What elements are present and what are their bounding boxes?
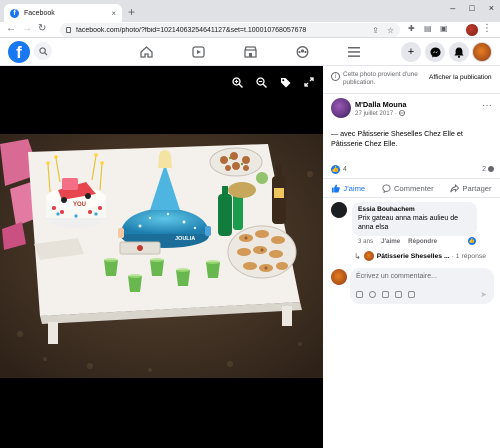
reply-author-avatar bbox=[363, 251, 374, 261]
reactions-summary: 👍 4 2 bbox=[331, 164, 494, 174]
camera-icon[interactable] bbox=[382, 291, 389, 298]
maximize-button[interactable]: □ bbox=[469, 3, 474, 13]
author-avatar[interactable] bbox=[331, 98, 351, 118]
public-globe-icon bbox=[398, 110, 405, 116]
info-icon: i bbox=[331, 72, 340, 81]
browser-tabstrip: f Facebook × + – □ × bbox=[0, 0, 500, 22]
post-date[interactable]: 27 juillet 2017 · bbox=[355, 110, 405, 117]
comment-time[interactable]: 3 ans bbox=[358, 238, 373, 245]
bookmark-star-icon[interactable]: ☆ bbox=[387, 26, 394, 35]
facebook-logo-icon[interactable]: f bbox=[8, 41, 30, 63]
send-icon[interactable]: ➤ bbox=[480, 290, 487, 299]
reply-author: Pâtisserie Sheselles ... bbox=[376, 252, 450, 260]
window-controls: – □ × bbox=[450, 3, 494, 13]
tab-close-icon[interactable]: × bbox=[111, 9, 116, 18]
comment-meta: 3 ans J'aime Répondre bbox=[358, 238, 437, 245]
tab-title: Facebook bbox=[24, 9, 55, 17]
lock-icon bbox=[66, 27, 71, 33]
comment-input-tools bbox=[356, 291, 415, 298]
browser-tab[interactable]: f Facebook × bbox=[4, 4, 122, 22]
commenter-avatar[interactable] bbox=[331, 202, 347, 218]
reply-arrow-icon: ↳ bbox=[354, 251, 361, 261]
gif-icon[interactable] bbox=[395, 291, 402, 298]
home-nav-icon[interactable] bbox=[138, 44, 154, 60]
back-arrow-icon[interactable]: ← bbox=[6, 23, 16, 34]
divider bbox=[323, 93, 500, 94]
extensions-puzzle-icon[interactable]: ✚ bbox=[408, 24, 415, 33]
view-post-button[interactable]: Afficher la publication bbox=[429, 74, 492, 81]
bell-icon bbox=[454, 47, 464, 58]
browser-menu-icon[interactable]: ⋮ bbox=[482, 23, 492, 34]
comment-icon bbox=[382, 183, 391, 193]
close-window-button[interactable]: × bbox=[489, 3, 494, 13]
fullscreen-icon[interactable] bbox=[303, 76, 315, 88]
comment-input[interactable]: Écrivez un commentaire... ➤ bbox=[350, 268, 494, 304]
photo-source-notice: i Cette photo provient d'une publication… bbox=[331, 71, 496, 87]
thumbs-up-icon bbox=[332, 183, 341, 193]
groups-nav-icon[interactable] bbox=[294, 44, 310, 60]
comment-author[interactable]: Essia Bouhachem bbox=[358, 205, 471, 214]
address-bar: ← → ↻ facebook.com/photo/?fbid=102140632… bbox=[0, 22, 500, 38]
reaction-count[interactable]: 4 bbox=[343, 166, 347, 173]
facebook-top-bar: f + bbox=[0, 38, 500, 66]
sticker-icon[interactable] bbox=[408, 291, 415, 298]
search-button[interactable] bbox=[34, 42, 52, 60]
search-icon bbox=[38, 46, 48, 56]
create-button[interactable]: + bbox=[401, 42, 421, 62]
share-button[interactable]: Partager bbox=[450, 183, 492, 193]
like-button[interactable]: J'aime bbox=[331, 184, 365, 193]
reload-icon[interactable]: ↻ bbox=[38, 23, 46, 34]
photo-viewer: YOU JOULIA bbox=[0, 66, 323, 448]
share-arrow-icon bbox=[450, 183, 460, 192]
messenger-icon bbox=[429, 46, 441, 58]
comment-reply-button[interactable]: Répondre bbox=[408, 238, 437, 245]
more-options-icon[interactable]: ··· bbox=[482, 100, 492, 111]
view-replies-link[interactable]: ↳ Pâtisserie Sheselles ... · 1 réponse bbox=[354, 251, 500, 261]
comment-placeholder: Écrivez un commentaire... bbox=[356, 273, 437, 280]
menu-nav-icon[interactable] bbox=[346, 44, 362, 60]
like-reaction-icon: 👍 bbox=[331, 164, 340, 174]
account-avatar[interactable] bbox=[472, 42, 492, 62]
zoom-in-icon[interactable] bbox=[231, 76, 243, 88]
cake-label-2: JOULIA bbox=[175, 236, 195, 242]
share-page-icon[interactable]: ⇪ bbox=[372, 26, 379, 35]
forward-arrow-icon[interactable]: → bbox=[22, 23, 32, 34]
comment-bubble-icon bbox=[488, 166, 494, 172]
side-panel-icon[interactable]: ▤ bbox=[424, 24, 432, 33]
avatar-sticker-icon[interactable] bbox=[356, 291, 363, 298]
reply-count: · 1 réponse bbox=[451, 252, 487, 260]
comment-count[interactable]: 2 bbox=[482, 166, 494, 173]
comment-like-reaction-icon: 👍 bbox=[468, 237, 476, 245]
reading-list-icon[interactable]: ▣ bbox=[440, 24, 448, 33]
tag-icon[interactable] bbox=[279, 76, 291, 88]
post-details-panel: i Cette photo provient d'une publication… bbox=[323, 66, 500, 448]
minimize-button[interactable]: – bbox=[450, 3, 455, 13]
current-user-avatar bbox=[331, 269, 347, 285]
comment-button[interactable]: Commenter bbox=[382, 184, 434, 193]
post-photo: YOU JOULIA bbox=[0, 134, 323, 378]
facebook-favicon-icon: f bbox=[10, 8, 19, 18]
video-nav-icon[interactable] bbox=[190, 44, 206, 60]
notice-text: Cette photo provient d'une publication. bbox=[343, 71, 418, 86]
cake-label: YOU bbox=[73, 202, 86, 208]
post-actions: J'aime Commenter Partager bbox=[323, 178, 500, 198]
viewer-toolbar bbox=[231, 76, 315, 88]
comment-like-button[interactable]: J'aime bbox=[381, 238, 400, 245]
notifications-button[interactable] bbox=[449, 42, 469, 62]
zoom-out-icon[interactable] bbox=[255, 76, 267, 88]
post-author[interactable]: M'Dalla Mouna bbox=[355, 100, 406, 109]
emoji-icon[interactable] bbox=[369, 291, 376, 298]
new-tab-button[interactable]: + bbox=[128, 5, 135, 19]
url-text[interactable]: facebook.com/photo/?fbid=102140632546411… bbox=[76, 27, 372, 34]
url-omnibox[interactable]: facebook.com/photo/?fbid=102140632546411… bbox=[60, 23, 400, 37]
marketplace-nav-icon[interactable] bbox=[242, 44, 258, 60]
post-caption: — avec Pâtisserie Sheselles Chez Elle et… bbox=[331, 129, 463, 148]
comment-text: Prix gateau anna mais aulieu de anna els… bbox=[358, 215, 459, 231]
comment-bubble: Essia Bouhachem Prix gateau anna mais au… bbox=[352, 202, 477, 236]
cake-table-photo: YOU JOULIA bbox=[0, 134, 323, 378]
browser-profile-avatar[interactable] bbox=[466, 24, 478, 36]
messenger-button[interactable] bbox=[425, 42, 445, 62]
